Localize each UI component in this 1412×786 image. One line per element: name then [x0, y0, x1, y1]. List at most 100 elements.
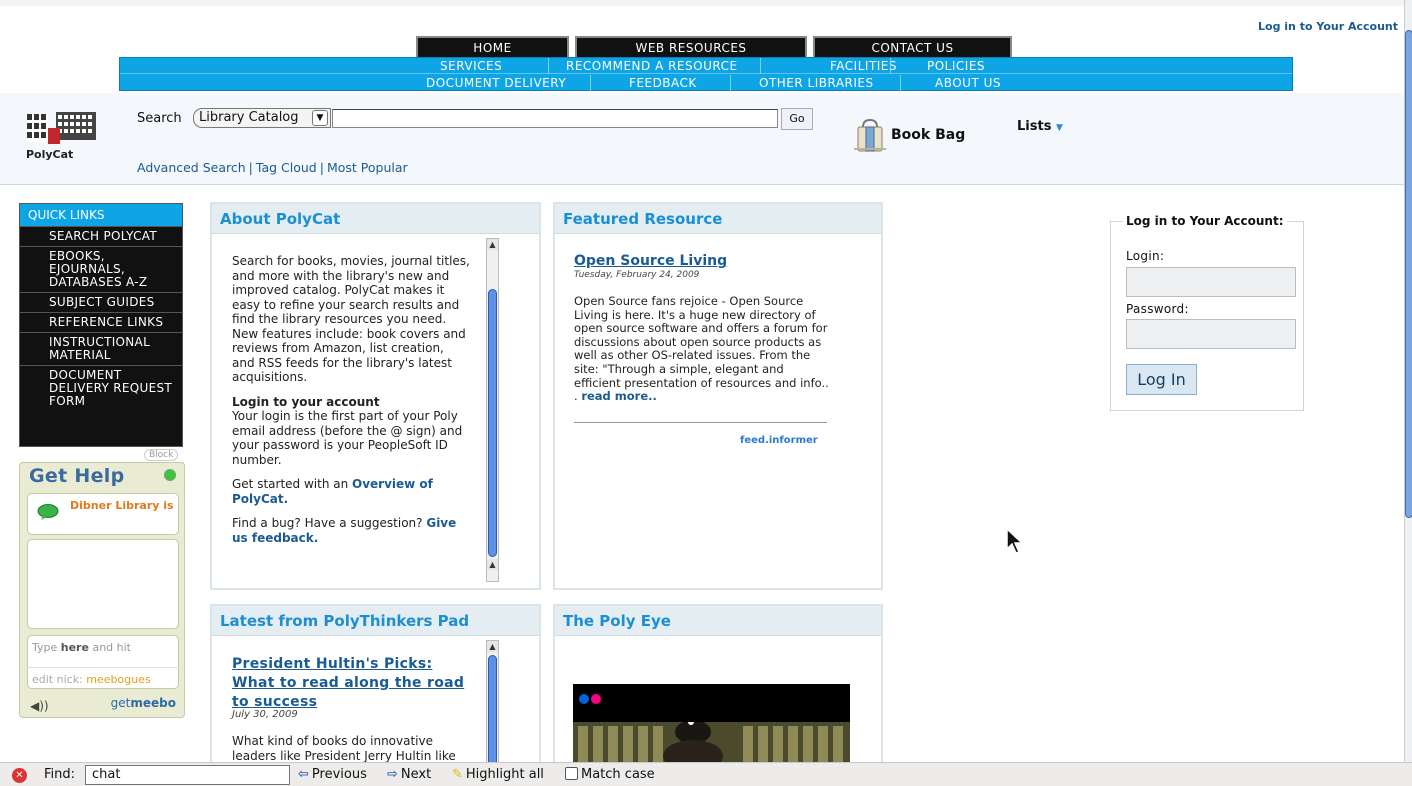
log-in-button[interactable]: Log In	[1126, 364, 1197, 395]
scroll-thumb[interactable]	[488, 289, 497, 557]
quick-link-subject-guides[interactable]: SUBJECT GUIDES	[20, 292, 182, 312]
nav-divider	[890, 58, 891, 74]
chat-input-hint: Type here and hit	[32, 641, 131, 654]
nav-policies[interactable]: POLICIES	[927, 58, 985, 74]
nav-facilities[interactable]: FACILITIES	[830, 58, 897, 74]
polythinkers-panel: Latest from PolyThinkers Pad President H…	[210, 604, 541, 774]
contact-name: Dibner Library is	[70, 499, 174, 512]
tab-contact-us[interactable]: CONTACT US	[813, 36, 1012, 58]
nav-about-us[interactable]: ABOUT US	[935, 75, 1001, 91]
login-link[interactable]: Log in to Your Account	[1258, 20, 1398, 33]
scroll-thumb[interactable]	[488, 655, 497, 772]
featured-panel-title: Featured Resource	[555, 204, 881, 234]
meebo-brand: meebo	[130, 696, 176, 710]
online-status-icon	[164, 469, 176, 481]
poly-eye-panel: The Poly Eye	[553, 604, 883, 774]
nav-divider	[760, 58, 761, 74]
login-field[interactable]	[1126, 267, 1296, 297]
featured-item-title[interactable]: Open Source Living	[574, 253, 727, 269]
scroll-down-icon[interactable]: ▲	[487, 559, 498, 570]
find-input[interactable]: chat	[85, 765, 290, 785]
next-label: Next	[400, 767, 432, 782]
lists-label: Lists	[1017, 119, 1052, 134]
find-previous-button[interactable]: ⇦ Previous	[298, 767, 367, 782]
polythinkers-panel-title: Latest from PolyThinkers Pad	[212, 606, 539, 636]
block-tag[interactable]: Block	[144, 449, 179, 461]
feed-informer-link[interactable]: feed.informer	[740, 435, 818, 446]
mouse-cursor-icon	[1006, 528, 1024, 554]
getmeebo-pre: get	[110, 696, 131, 710]
checkbox-icon	[565, 767, 578, 780]
flickr-icon	[591, 694, 601, 704]
tag-cloud-link[interactable]: Tag Cloud	[256, 160, 317, 175]
flickr-icon	[579, 694, 589, 704]
get-help-title: Get Help	[29, 465, 125, 487]
speaker-icon[interactable]: ◀))	[30, 699, 49, 713]
page-scroll-thumb[interactable]	[1405, 30, 1412, 518]
quick-link-reference-links[interactable]: REFERENCE LINKS	[20, 312, 182, 332]
nav-other-libraries[interactable]: OTHER LIBRARIES	[759, 75, 874, 91]
edit-nick[interactable]: edit nick: meebogues	[32, 673, 151, 686]
nav-document-delivery[interactable]: DOCUMENT DELIVERY	[426, 75, 566, 91]
featured-item-text: Open Source fans rejoice - Open Source L…	[574, 294, 832, 404]
password-field[interactable]	[1126, 319, 1296, 349]
lists-menu[interactable]: Lists ▼	[1017, 119, 1063, 134]
about-panel-title: About PolyCat	[212, 204, 539, 234]
nav-divider	[730, 75, 731, 91]
book-bag-icon[interactable]	[852, 119, 888, 153]
nav-services[interactable]: SERVICES	[440, 58, 502, 74]
chat-log	[27, 539, 179, 629]
quick-link-search-polycat[interactable]: SEARCH POLYCAT	[20, 226, 182, 246]
find-next-button[interactable]: ⇨ Next	[387, 767, 431, 782]
polythinkers-scrollbar[interactable]: ▲	[486, 640, 499, 772]
get-help-widget: Get Help Dibner Library is Type here and…	[19, 462, 185, 718]
featured-panel-body: Open Source Living Tuesday, February 24,…	[555, 235, 881, 588]
read-more-link[interactable]: read more..	[581, 389, 657, 403]
about-panel-body: Search for books, movies, journal titles…	[212, 235, 539, 588]
match-case-checkbox[interactable]: Match case	[565, 767, 655, 782]
hint-bold: here	[60, 641, 89, 654]
quick-link-ebooks[interactable]: EBOOKS, EJOURNALS, DATABASES A-Z	[20, 246, 182, 292]
tab-web-resources[interactable]: WEB RESOURCES	[575, 36, 807, 58]
divider	[574, 422, 827, 423]
photo-library-scene	[573, 722, 850, 764]
chevron-down-icon: ▼	[312, 110, 328, 126]
password-label: Password:	[1126, 302, 1189, 316]
nav-feedback[interactable]: FEEDBACK	[629, 75, 697, 91]
previous-label: Previous	[311, 767, 367, 782]
top-strip	[0, 0, 1404, 6]
highlight-all-button[interactable]: ✎ Highlight all	[452, 767, 544, 782]
quick-link-instructional-material[interactable]: INSTRUCTIONAL MATERIAL	[20, 332, 182, 365]
post-title-link[interactable]: President Hultin's Picks: What to read a…	[232, 655, 472, 712]
about-text: Search for books, movies, journal titles…	[232, 254, 470, 555]
book-bag-link[interactable]: Book Bag	[891, 127, 965, 143]
scroll-up-icon[interactable]: ▲	[487, 239, 498, 250]
page-scrollbar[interactable]	[1404, 0, 1412, 762]
highlight-label: Highlight all	[465, 767, 544, 782]
find-label: Find:	[44, 767, 76, 782]
polycat-logo-icon[interactable]	[26, 110, 98, 146]
flickr-photo[interactable]	[573, 684, 850, 764]
about-scrollbar[interactable]: ▲ ▲	[486, 238, 499, 582]
nav-divider	[590, 75, 591, 91]
catalog-search-input[interactable]	[332, 109, 778, 128]
close-icon[interactable]: ✕	[12, 768, 27, 783]
most-popular-link[interactable]: Most Popular	[327, 160, 408, 175]
catalog-sublinks: Advanced Search | Tag Cloud | Most Popular	[137, 160, 408, 175]
about-login-paragraph: Your login is the first part of your Pol…	[232, 409, 463, 467]
highlighter-icon: ✎	[452, 767, 463, 782]
overview-pre: Get started with an	[232, 477, 353, 491]
quick-link-document-delivery[interactable]: DOCUMENT DELIVERY REQUEST FORM	[20, 365, 182, 411]
nav-recommend-resource[interactable]: RECOMMEND A RESOURCE	[566, 58, 738, 74]
scroll-up-icon[interactable]: ▲	[487, 641, 498, 652]
feedback-paragraph: Find a bug? Have a suggestion? Give us f…	[232, 516, 470, 545]
search-scope-select[interactable]: Library Catalog ▼	[193, 108, 331, 128]
tab-home[interactable]: HOME	[416, 36, 569, 58]
search-scope-value: Library Catalog	[199, 110, 299, 125]
nick-label: edit nick:	[32, 673, 87, 686]
go-button[interactable]: Go	[781, 108, 813, 130]
get-meebo-link[interactable]: getmeebo	[111, 696, 176, 710]
advanced-search-link[interactable]: Advanced Search	[137, 160, 246, 175]
polycat-logo-text: PolyCat	[26, 148, 74, 161]
nav-divider	[900, 75, 901, 91]
